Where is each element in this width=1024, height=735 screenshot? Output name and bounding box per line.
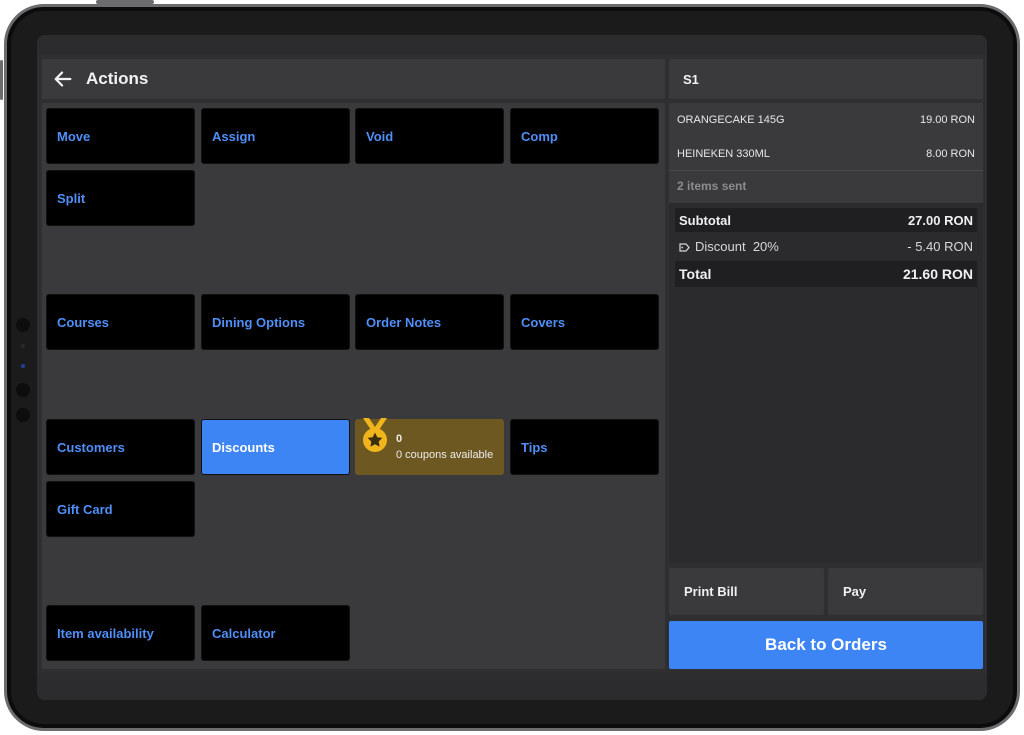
subtotal-label: Subtotal [679, 212, 731, 228]
coupons-button[interactable]: 0 0 coupons available [355, 418, 504, 475]
back-arrow-icon[interactable] [52, 68, 74, 90]
customers-button[interactable]: Customers [46, 419, 195, 475]
courses-button[interactable]: Courses [46, 294, 195, 350]
page-title: Actions [86, 69, 149, 88]
sensor-dot [21, 364, 25, 368]
actions-grid: Move Assign Void Comp Split Courses Dini… [42, 103, 665, 669]
app-screen: Actions Move Assign Void Comp Split Cour… [37, 35, 987, 700]
sensor-dot [21, 344, 25, 348]
discount-row: Discount 20% - 5.40 RON [675, 234, 977, 258]
item-name: ORANGECAKE 145G [677, 114, 785, 126]
assign-button[interactable]: Assign [201, 108, 350, 164]
total-value: 21.60 RON [902, 266, 973, 282]
total-row: Total 21.60 RON [675, 261, 977, 287]
item-name: HEINEKEN 330ML [677, 148, 770, 160]
order-item[interactable]: HEINEKEN 330ML 8.00 RON [669, 142, 983, 166]
coupon-count: 0 [396, 433, 403, 445]
camera-dot [16, 383, 30, 397]
total-label: Total [679, 266, 712, 282]
discounts-button[interactable]: Discounts [201, 419, 350, 475]
void-button[interactable]: Void [355, 108, 504, 164]
seat-label: S1 [669, 59, 983, 99]
order-panel: ORANGECAKE 145G 19.00 RON HEINEKEN 330ML… [669, 103, 983, 563]
actions-header: Actions [42, 59, 665, 99]
covers-button[interactable]: Covers [510, 294, 659, 350]
item-availability-button[interactable]: Item availability [46, 605, 195, 661]
sent-status: 2 items sent [677, 179, 747, 193]
divider [669, 170, 983, 171]
order-notes-button[interactable]: Order Notes [355, 294, 504, 350]
split-button[interactable]: Split [46, 170, 195, 226]
discount-value: - 5.40 RON [907, 238, 973, 254]
discount-percent: 20% [752, 238, 779, 254]
item-price: 19.00 RON [919, 114, 975, 126]
medal-icon [363, 418, 387, 452]
calculator-button[interactable]: Calculator [201, 605, 350, 661]
move-button[interactable]: Move [46, 108, 195, 164]
status-strip [37, 35, 987, 54]
totals-section: Subtotal 27.00 RON Discount 20% - 5.40 R… [669, 203, 983, 563]
camera-dot [16, 318, 30, 332]
tips-button[interactable]: Tips [510, 419, 659, 475]
order-item[interactable]: ORANGECAKE 145G 19.00 RON [669, 108, 983, 132]
pay-button[interactable]: Pay [828, 568, 983, 615]
home-strip [37, 673, 987, 700]
back-to-orders-button[interactable]: Back to Orders [669, 621, 983, 669]
volume-button [0, 60, 3, 100]
discount-info: Discount 20% [679, 239, 779, 254]
item-price: 8.00 RON [926, 148, 975, 160]
gift-card-button[interactable]: Gift Card [46, 481, 195, 537]
dining-options-button[interactable]: Dining Options [201, 294, 350, 350]
subtotal-row: Subtotal 27.00 RON [675, 208, 977, 232]
comp-button[interactable]: Comp [510, 108, 659, 164]
camera-dot [16, 408, 30, 422]
coupon-label: 0 coupons available [396, 449, 494, 461]
discount-label: Discount [695, 238, 746, 254]
print-bill-button[interactable]: Print Bill [669, 568, 824, 615]
subtotal-value: 27.00 RON [907, 212, 973, 228]
tag-icon [679, 242, 690, 252]
